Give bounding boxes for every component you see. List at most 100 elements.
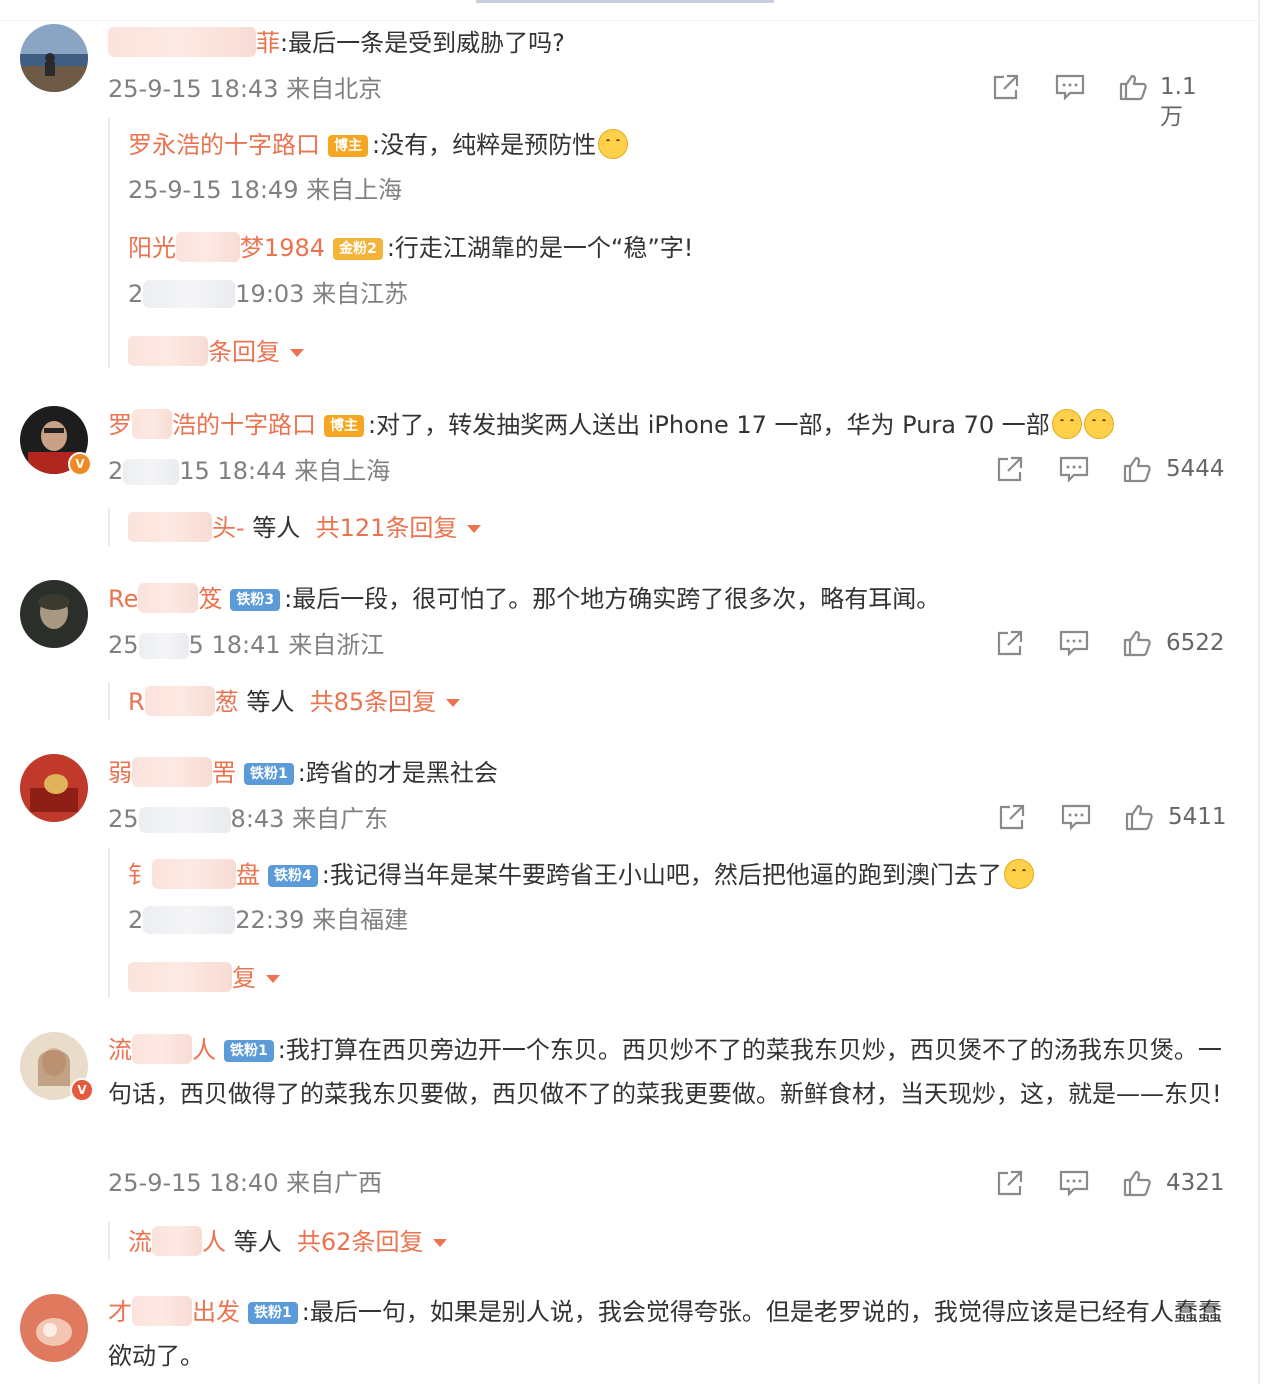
- smile-emoji-icon: [1083, 409, 1114, 439]
- like-icon[interactable]: [1122, 1168, 1152, 1198]
- action-bar: 6522: [990, 628, 1225, 658]
- timestamp: 15 18:44: [179, 457, 287, 485]
- reply-meta: 25-9-15 18:49 来自上海: [128, 175, 402, 205]
- show-more-replies[interactable]: 条回复: [128, 336, 304, 367]
- reply-list: 钅盘铁粉4:我记得当年是某牛要跨省王小山吧，然后把他逼的跑到澳门去了 2 22:3…: [108, 848, 1220, 998]
- caret-down-icon: [433, 1239, 448, 1247]
- like-count: 5411: [1168, 804, 1227, 830]
- username[interactable]: Re 笈: [108, 583, 222, 613]
- timestamp-prefix: 25: [108, 805, 139, 833]
- timestamp-prefix: 25: [108, 631, 139, 659]
- reply-item: 罗永浩的十字路口 博主:没有，纯粹是预防性: [128, 128, 629, 162]
- reply-list: 罗永浩的十字路口 博主:没有，纯粹是预防性 25-9-15 18:49 来自上海 …: [108, 118, 1220, 368]
- caret-down-icon: [467, 525, 482, 533]
- more-replies-label: 条回复: [208, 338, 280, 366]
- show-more-replies[interactable]: 头- 等人 共121条回复: [128, 512, 482, 543]
- page-edge: [1258, 0, 1260, 1384]
- action-bar: 4321: [990, 1168, 1225, 1198]
- comment-content: 弱罟铁粉1:跨省的才是黑社会: [108, 756, 498, 790]
- comment-content: 才出发 铁粉1:最后一句，如果是别人说，我会觉得夸张。但是老罗说的，我觉得应该是已…: [108, 1290, 1223, 1378]
- location: 来自江苏: [312, 280, 409, 308]
- avatar[interactable]: [20, 580, 88, 648]
- reply-summary: 流人 等人 共62条回复: [108, 1222, 1220, 1260]
- timestamp: 25-9-15 18:49: [128, 176, 299, 204]
- reply-username[interactable]: 阳光 梦1984: [128, 232, 325, 262]
- location: 来自上海: [294, 457, 391, 485]
- show-more-replies[interactable]: 复: [128, 962, 280, 993]
- username[interactable]: 才出发: [108, 1296, 240, 1326]
- like-icon[interactable]: [1124, 802, 1154, 832]
- comment-meta: 25-9-15 18:43 来自北京: [108, 74, 382, 104]
- reply-text: :行走江湖靠的是一个“稳”字!: [386, 234, 694, 262]
- crying-laugh-emoji-icon: [1003, 859, 1034, 889]
- blogger-badge: 博主: [324, 415, 364, 437]
- comment-text: :最后一条是受到威胁了吗?: [280, 29, 565, 57]
- verified-badge: V: [68, 452, 92, 476]
- comment-meta: 2 15 18:44 来自上海: [108, 456, 390, 486]
- location: 来自浙江: [288, 631, 385, 659]
- comment-meta: 25 5 18:41 来自浙江: [108, 630, 384, 660]
- show-more-replies[interactable]: R葱 等人 共85条回复: [128, 686, 461, 717]
- timestamp: 22:39: [235, 906, 305, 934]
- share-icon[interactable]: [994, 628, 1026, 658]
- top-scroll-indicator: [476, 0, 774, 3]
- comment-text: :对了，转发抽奖两人送出 iPhone 17 一部，华为 Pura 70 一部: [368, 411, 1050, 439]
- share-icon[interactable]: [994, 1168, 1026, 1198]
- location: 来自上海: [306, 176, 403, 204]
- reply-username[interactable]: 钅盘: [128, 859, 260, 889]
- divider: [0, 20, 1258, 21]
- share-icon[interactable]: [996, 802, 1028, 832]
- comment-content: Re 笈铁粉3:最后一段，很可怕了。那个地方确实跨了很多次，略有耳闻。: [108, 582, 940, 616]
- location: 来自广西: [286, 1169, 383, 1197]
- comment-icon[interactable]: [1058, 1168, 1090, 1198]
- smile-emoji-icon: [1051, 409, 1082, 439]
- timestamp: 19:03: [235, 280, 305, 308]
- fan-badge: 铁粉4: [268, 865, 318, 887]
- comment-content: 菲:最后一条是受到威胁了吗?: [108, 26, 565, 60]
- like-count: 4321: [1166, 1170, 1225, 1196]
- username[interactable]: 罗浩的十字路口: [108, 409, 316, 439]
- comment-content: 罗浩的十字路口 博主:对了，转发抽奖两人送出 iPhone 17 一部，华为 Pu…: [108, 408, 1114, 442]
- comment-text: :最后一段，很可怕了。那个地方确实跨了很多次，略有耳闻。: [284, 585, 941, 613]
- share-icon[interactable]: [990, 72, 1022, 102]
- caret-down-icon: [446, 699, 461, 707]
- comment-icon[interactable]: [1060, 802, 1092, 832]
- comment-text: :跨省的才是黑社会: [297, 759, 498, 787]
- like-icon[interactable]: [1122, 454, 1152, 484]
- reply-meta: 2 19:03 来自江苏: [128, 279, 408, 309]
- username[interactable]: 弱罟: [108, 757, 236, 787]
- comment-text: :我打算在西贝旁边开一个东贝。西贝炒不了的菜我东贝炒，西贝煲不了的汤我东贝煲。一…: [108, 1036, 1222, 1108]
- reply-text: :没有，纯粹是预防性: [372, 131, 597, 159]
- verified-badge: V: [70, 1078, 94, 1102]
- share-icon[interactable]: [994, 454, 1026, 484]
- avatar[interactable]: [20, 24, 88, 92]
- timestamp-prefix: 2: [128, 906, 144, 934]
- like-icon[interactable]: [1122, 628, 1152, 658]
- reply-username[interactable]: 罗永浩的十字路口: [128, 131, 320, 159]
- reply-text: :我记得当年是某牛要跨省王小山吧，然后把他逼的跑到澳门去了: [321, 861, 1002, 889]
- timestamp: 5 18:41: [188, 631, 281, 659]
- reply-item: 钅盘铁粉4:我记得当年是某牛要跨省王小山吧，然后把他逼的跑到澳门去了: [128, 858, 1034, 892]
- avatar[interactable]: [20, 1294, 88, 1362]
- like-icon[interactable]: [1118, 72, 1148, 102]
- avatar[interactable]: [20, 754, 88, 822]
- like-count: 6522: [1166, 630, 1225, 656]
- caret-down-icon: [290, 349, 304, 357]
- show-more-replies[interactable]: 流人 等人 共62条回复: [128, 1226, 448, 1257]
- smile-emoji-icon: [598, 129, 629, 159]
- fan-badge: 铁粉1: [248, 1302, 298, 1324]
- timestamp: 25-9-15 18:43: [108, 75, 279, 103]
- comment-icon[interactable]: [1058, 454, 1090, 484]
- comment-icon[interactable]: [1058, 628, 1090, 658]
- location: 来自广东: [292, 805, 389, 833]
- timestamp-prefix: 2: [128, 280, 144, 308]
- comment-icon[interactable]: [1054, 72, 1086, 102]
- username[interactable]: 菲: [108, 27, 280, 57]
- comment-meta: 25-9-15 18:40 来自广西: [108, 1168, 382, 1198]
- action-bar: 1.1万: [990, 72, 1218, 130]
- timestamp-prefix: 2: [108, 457, 124, 485]
- fan-badge: 铁粉1: [224, 1040, 274, 1062]
- blogger-badge: 博主: [328, 135, 368, 157]
- reply-summary: R葱 等人 共85条回复: [108, 682, 1220, 720]
- username[interactable]: 流人: [108, 1034, 216, 1064]
